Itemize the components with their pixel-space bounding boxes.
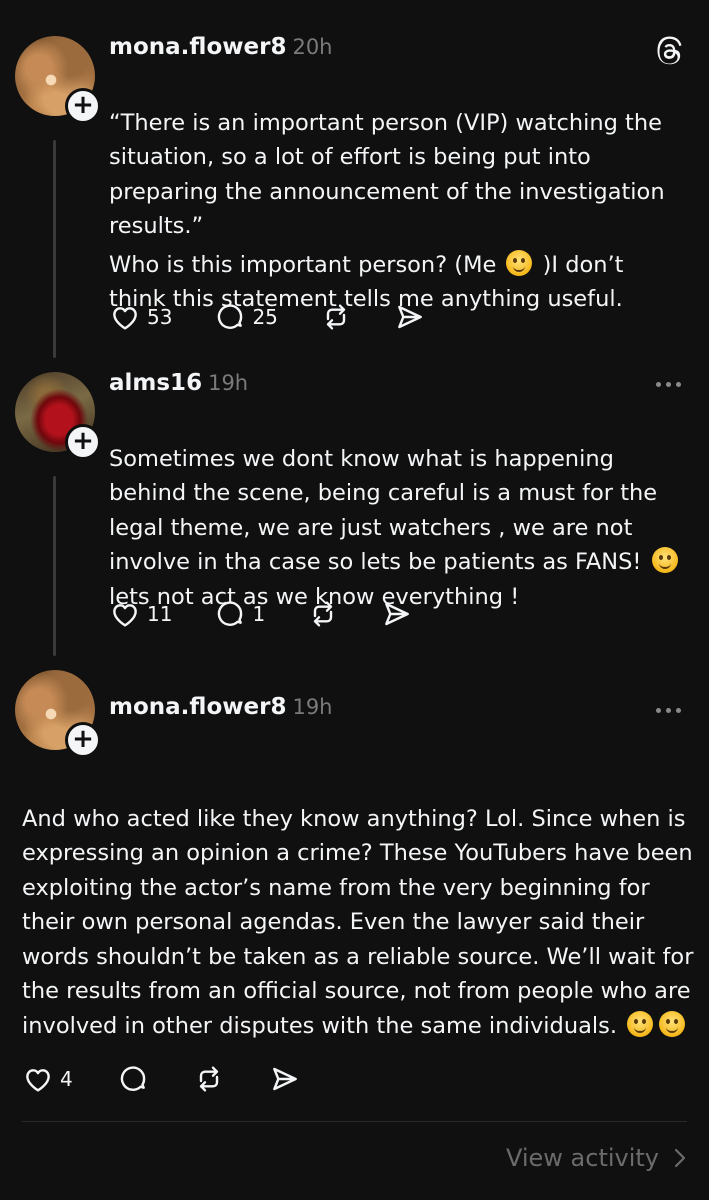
laughing-emoji-icon (506, 249, 533, 276)
reply-button[interactable]: 25 (214, 301, 278, 333)
heart-icon (26, 1069, 50, 1092)
like-button[interactable]: 11 (109, 598, 172, 630)
heart-icon (113, 604, 137, 627)
comment-icon (120, 1066, 146, 1091)
share-button[interactable] (269, 1063, 301, 1095)
post-actions: 53 25 (109, 301, 426, 333)
divider (22, 1121, 687, 1122)
post-time: 19h (292, 695, 333, 719)
like-count: 4 (60, 1067, 73, 1091)
post-actions: 4 (22, 1063, 301, 1095)
follow-plus-icon[interactable]: + (65, 722, 101, 758)
reply-button[interactable]: 1 (214, 598, 265, 630)
send-icon (398, 305, 422, 329)
send-icon (385, 602, 410, 626)
send-icon (272, 1067, 297, 1091)
post-time: 20h (292, 35, 333, 59)
share-button[interactable] (381, 598, 413, 630)
post-username[interactable]: mona.flower8 19h (109, 694, 332, 720)
repost-icon (326, 304, 346, 330)
slight-smile-emoji-icon (627, 1010, 654, 1037)
share-button[interactable] (394, 301, 426, 333)
threads-logo-icon[interactable] (655, 36, 685, 66)
more-dots-icon[interactable] (656, 708, 681, 713)
reply-count: 1 (252, 602, 266, 626)
thread-line (53, 140, 56, 358)
post-actions: 11 1 (109, 598, 413, 630)
like-button[interactable]: 4 (22, 1063, 73, 1095)
winking-emoji-icon (659, 1010, 686, 1037)
repost-button[interactable] (307, 598, 339, 630)
like-button[interactable]: 53 (109, 301, 172, 333)
thread-line (53, 476, 56, 656)
post-username[interactable]: alms16 19h (109, 370, 248, 396)
smiling-emoji-icon (651, 547, 678, 573)
view-activity-link[interactable]: View activity (506, 1144, 687, 1172)
more-dots-icon[interactable] (656, 382, 681, 387)
repost-button[interactable] (320, 301, 352, 333)
like-count: 11 (147, 602, 173, 626)
reply-count: 25 (252, 305, 278, 329)
comment-icon (218, 304, 243, 329)
repost-icon (313, 601, 333, 627)
reply-button[interactable] (117, 1063, 149, 1095)
chevron-right-icon (674, 1148, 686, 1168)
post-time: 19h (208, 371, 249, 395)
heart-icon (113, 307, 137, 330)
comment-icon (218, 601, 243, 626)
view-activity-label: View activity (505, 1144, 659, 1172)
follow-plus-icon[interactable]: + (65, 88, 101, 124)
post-text: Sometimes we dont know what is happening… (109, 407, 694, 614)
repost-button[interactable] (193, 1063, 225, 1095)
like-count: 53 (147, 305, 173, 329)
post-text: And who acted like they know anything? L… (22, 805, 694, 1039)
follow-plus-icon[interactable]: + (65, 424, 101, 460)
repost-icon (199, 1066, 218, 1092)
post-username[interactable]: mona.flower8 20h (109, 34, 332, 60)
